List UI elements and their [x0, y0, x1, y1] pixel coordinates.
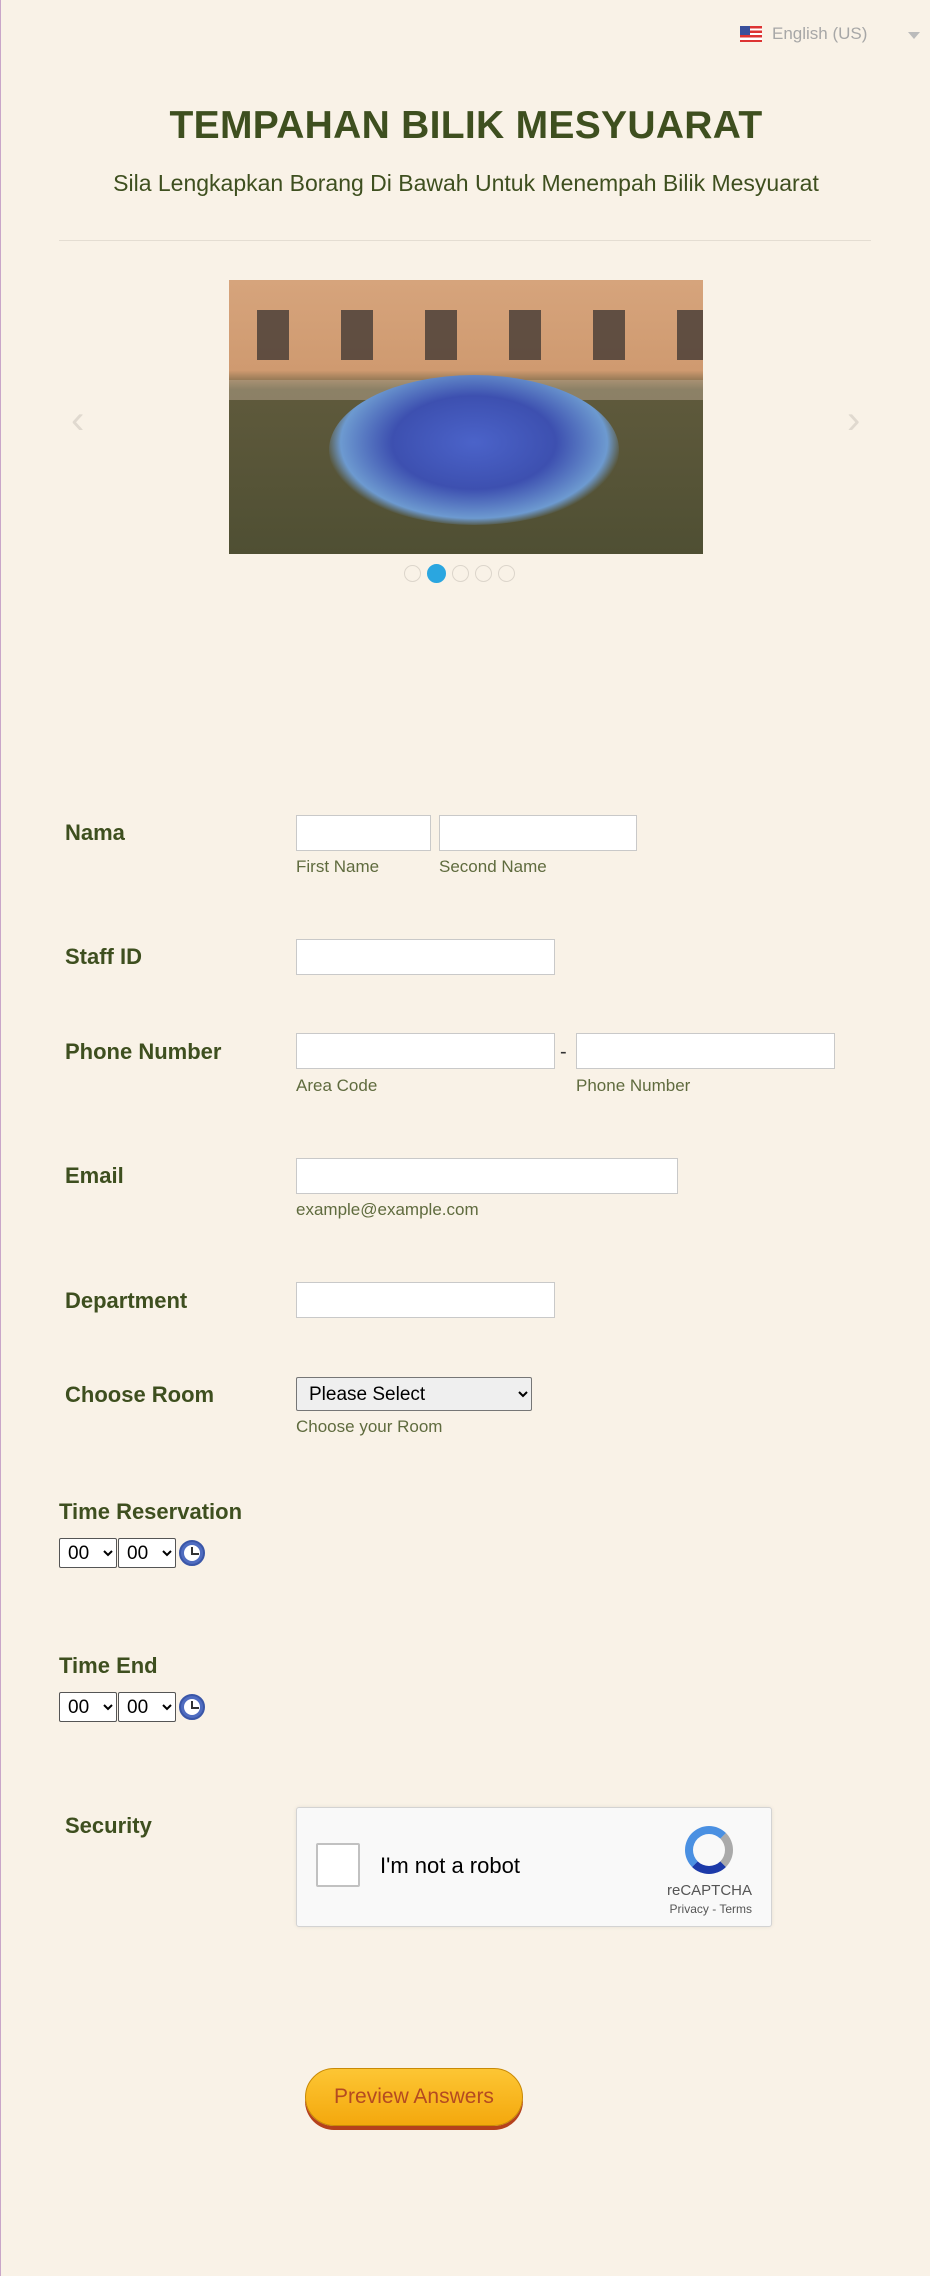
- security-label: Security: [65, 1813, 152, 1838]
- end-minute-select[interactable]: 00: [118, 1692, 176, 1722]
- staff-id-input[interactable]: [296, 939, 555, 975]
- area-code-sublabel: Area Code: [296, 1076, 378, 1095]
- page-subtitle: Sila Lengkapkan Borang Di Bawah Untuk Me…: [113, 170, 819, 196]
- staff-id-label: Staff ID: [65, 944, 142, 969]
- phone-dash: -: [560, 1041, 567, 1063]
- chevron-right-icon[interactable]: ›: [847, 400, 860, 440]
- caret-down-icon: [908, 32, 920, 39]
- phone-number-sublabel: Phone Number: [576, 1076, 691, 1095]
- room-sublabel: Choose your Room: [296, 1417, 443, 1436]
- phone-label: Phone Number: [65, 1039, 222, 1064]
- phone-number-input[interactable]: [576, 1033, 835, 1069]
- recaptcha-checkbox[interactable]: [316, 1843, 360, 1887]
- recaptcha-links[interactable]: Privacy - Terms: [670, 1902, 752, 1916]
- header-divider: [59, 240, 871, 241]
- area-code-input[interactable]: [296, 1033, 555, 1069]
- chevron-left-icon[interactable]: ‹: [71, 400, 84, 440]
- email-input[interactable]: [296, 1158, 678, 1194]
- department-input[interactable]: [296, 1282, 555, 1318]
- slider-dot-1[interactable]: [404, 565, 421, 582]
- time-end-label: Time End: [59, 1653, 158, 1678]
- page-title: TEMPAHAN BILIK MESYUARAT: [169, 104, 763, 147]
- us-flag-icon: [740, 26, 762, 42]
- time-reservation-label: Time Reservation: [59, 1499, 243, 1524]
- language-selector[interactable]: English (US): [740, 22, 930, 46]
- slider-image: [229, 280, 703, 554]
- department-label: Department: [65, 1288, 188, 1313]
- clock-icon[interactable]: [179, 1694, 205, 1720]
- reservation-hour-select[interactable]: 00: [59, 1538, 117, 1568]
- slider-dot-5[interactable]: [498, 565, 515, 582]
- choose-room-label: Choose Room: [65, 1382, 215, 1407]
- email-label: Email: [65, 1163, 124, 1188]
- first-name-input[interactable]: [296, 815, 431, 851]
- slider-dot-4[interactable]: [475, 565, 492, 582]
- slider-dot-3[interactable]: [452, 565, 469, 582]
- first-name-sublabel: First Name: [296, 857, 380, 876]
- email-sublabel: example@example.com: [296, 1200, 479, 1219]
- recaptcha-brand: reCAPTCHA: [666, 1882, 752, 1899]
- recaptcha-text: I'm not a robot: [380, 1853, 520, 1878]
- reservation-minute-select[interactable]: 00: [118, 1538, 176, 1568]
- end-hour-select[interactable]: 00: [59, 1692, 117, 1722]
- clock-icon[interactable]: [179, 1540, 205, 1566]
- language-label: English (US): [772, 24, 868, 43]
- second-name-sublabel: Second Name: [439, 857, 547, 876]
- recaptcha-logo-icon: [685, 1826, 733, 1874]
- room-select[interactable]: Please Select: [296, 1377, 532, 1411]
- recaptcha-widget: I'm not a robot reCAPTCHA Privacy - Term…: [296, 1807, 772, 1927]
- second-name-input[interactable]: [439, 815, 637, 851]
- nama-label: Nama: [65, 820, 125, 845]
- slider-dots: [404, 564, 515, 583]
- slider-dot-2[interactable]: [427, 564, 446, 583]
- preview-answers-button[interactable]: Preview Answers: [305, 2068, 523, 2126]
